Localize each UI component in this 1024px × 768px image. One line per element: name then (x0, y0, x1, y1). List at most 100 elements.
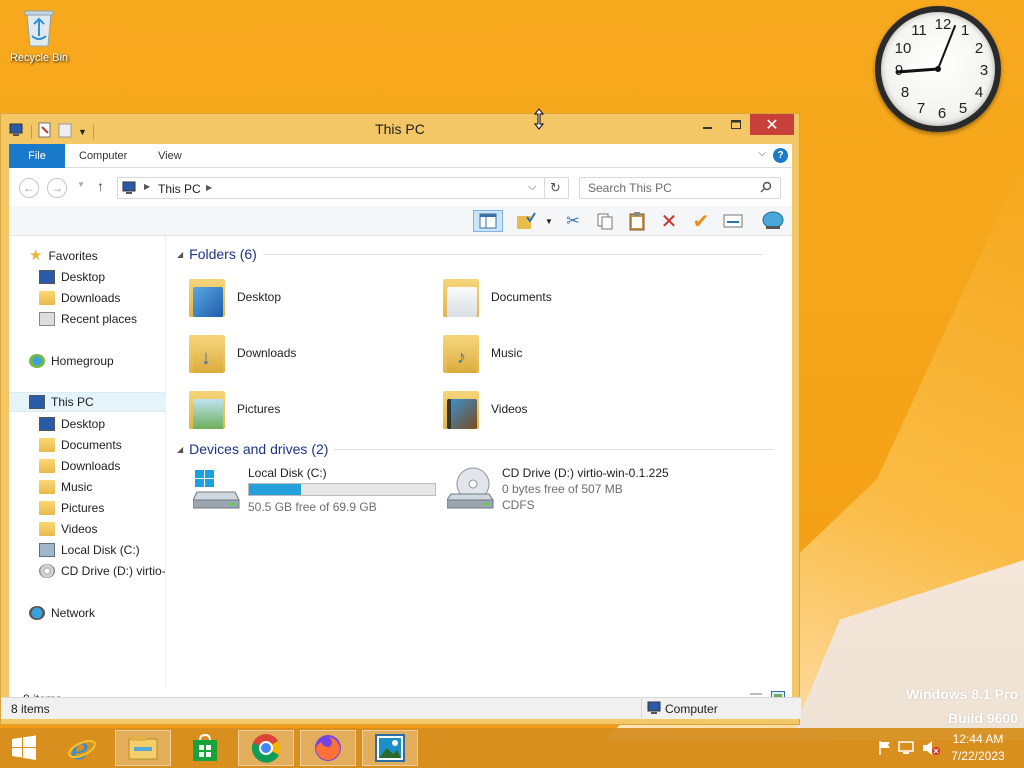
computer-zone-icon (647, 701, 663, 718)
network-status-icon[interactable] (898, 740, 916, 759)
folder-tile-desktop[interactable]: Desktop (187, 271, 437, 323)
breadcrumb-this-pc[interactable]: This PC (158, 182, 201, 196)
volume-muted-icon[interactable] (922, 740, 940, 759)
nav-this-pc-label: This PC (51, 395, 94, 409)
taskbar-firefox[interactable] (300, 730, 356, 766)
maximize-button[interactable] (722, 114, 750, 135)
close-button[interactable]: ✕ (750, 114, 794, 135)
drive-tile-cd[interactable]: CD Drive (D:) virtio-win-0.1.225 0 bytes… (447, 466, 697, 518)
explorer-window[interactable]: ▼ This PC ✕ File Computer View ⌵ ? ← → ▼… (0, 113, 801, 725)
group-divider (334, 448, 775, 450)
folders-group-header[interactable]: ◢ Folders (6) (177, 246, 763, 262)
tab-view[interactable]: View (144, 144, 196, 168)
nav-pc-downloads-label: Downloads (61, 459, 121, 473)
videos-folder-icon (39, 522, 55, 536)
taskbar-file-explorer[interactable] (115, 730, 171, 766)
outer-status-bar: 8 items Computer (1, 697, 801, 720)
folder-tile-music[interactable]: ♪ Music (441, 327, 691, 379)
folder-tile-pictures[interactable]: Pictures (187, 383, 437, 435)
forward-button[interactable]: → (47, 178, 67, 198)
content-pane[interactable]: ◢ Folders (6) Desktop Documents ↓ Downlo… (167, 236, 792, 688)
taskbar-chrome[interactable] (238, 730, 294, 766)
breadcrumb-chevron-icon[interactable]: ▶ (144, 182, 150, 191)
expand-ribbon-chevron-icon[interactable]: ⌵ (758, 148, 766, 159)
devices-group-header[interactable]: ◢ Devices and drives (2) (177, 441, 775, 457)
folder-tile-downloads[interactable]: ↓ Downloads (187, 327, 437, 379)
homegroup-icon (29, 354, 45, 368)
outer-item-count: 8 items (11, 702, 50, 716)
nav-pc-music-label: Music (61, 480, 93, 494)
folder-documents-label: Documents (491, 290, 552, 304)
nav-pc-documents[interactable]: Documents (39, 435, 122, 455)
local-disk-usage-fill (249, 484, 302, 495)
collapse-triangle-icon[interactable]: ◢ (177, 445, 183, 454)
nav-fav-recent[interactable]: Recent places (39, 309, 137, 329)
address-row: ← → ▼ ↑ ▶ This PC ▶ ⌵ ↻ Search This PC (9, 168, 792, 206)
nav-this-pc[interactable]: This PC (9, 392, 165, 412)
properties-button[interactable] (721, 210, 745, 232)
search-input[interactable]: Search This PC (579, 177, 781, 199)
clock-gadget[interactable]: 12 1 2 3 4 5 6 7 8 9 10 11 (875, 6, 1001, 132)
taskbar: e 12:44 AM 7/22/2023 (0, 728, 1024, 768)
action-center-flag-icon[interactable] (878, 740, 892, 759)
drive-tile-local-disk[interactable]: Local Disk (C:) 50.5 GB free of 69.9 GB (193, 466, 443, 518)
recycle-bin-label: Recycle Bin (9, 52, 69, 64)
rename-button[interactable]: ✔ (689, 210, 713, 233)
folder-pictures-label: Pictures (237, 402, 281, 416)
tab-computer[interactable]: Computer (65, 144, 141, 168)
cut-button[interactable]: ✂ (561, 210, 585, 232)
music-folder-icon (39, 480, 55, 494)
start-button[interactable] (0, 730, 48, 766)
paste-button[interactable] (625, 210, 649, 232)
nav-pc-cd-drive[interactable]: CD Drive (D:) virtio-win-0.1.225 (39, 561, 165, 581)
back-button[interactable]: ← (19, 178, 39, 198)
nav-network[interactable]: Network (29, 603, 95, 623)
nav-pc-videos-label: Videos (61, 522, 98, 536)
nav-favorites[interactable]: ★ Favorites (29, 246, 98, 266)
minimize-button[interactable] (694, 114, 722, 135)
folder-tile-videos[interactable]: Videos (441, 383, 691, 435)
help-icon[interactable]: ? (773, 148, 788, 163)
folder-options-button[interactable] (513, 210, 539, 232)
network-button[interactable] (761, 210, 785, 232)
refresh-icon[interactable]: ↻ (550, 180, 561, 196)
cd-drive-filesystem: CDFS (502, 498, 535, 512)
nav-pc-pictures[interactable]: Pictures (39, 498, 104, 518)
folder-videos-label: Videos (491, 402, 528, 416)
preview-pane-button[interactable] (473, 210, 503, 232)
tray-clock[interactable]: 12:44 AM 7/22/2023 (948, 732, 1008, 763)
collapse-triangle-icon[interactable]: ◢ (177, 250, 183, 259)
breadcrumb-chevron-icon-2[interactable]: ▶ (206, 183, 212, 192)
nav-fav-desktop[interactable]: Desktop (39, 267, 105, 287)
ribbon-tabs: File Computer View ⌵ ? (9, 144, 792, 168)
nav-homegroup[interactable]: Homegroup (29, 351, 114, 371)
copy-button[interactable] (593, 210, 617, 232)
folder-tile-documents[interactable]: Documents (441, 271, 691, 323)
recycle-bin-desktop-icon[interactable]: Recycle Bin (6, 6, 72, 64)
nav-pc-pictures-label: Pictures (61, 501, 105, 515)
up-arrow-icon[interactable]: ↑ (97, 178, 104, 194)
nav-fav-downloads[interactable]: Downloads (39, 288, 120, 308)
address-bar[interactable]: ▶ This PC ▶ ⌵ ↻ (117, 177, 569, 199)
recent-locations-icon[interactable]: ▼ (77, 180, 85, 189)
nav-pc-downloads[interactable]: Downloads (39, 456, 120, 476)
address-dropdown-icon[interactable]: ⌵ (528, 181, 536, 194)
pictures-folder-icon (39, 501, 55, 515)
photo-viewer-icon (375, 734, 405, 762)
nav-pc-desktop[interactable]: Desktop (39, 414, 105, 434)
nav-pc-music[interactable]: Music (39, 477, 92, 497)
title-bar[interactable]: ▼ This PC ✕ (1, 114, 799, 144)
navigation-pane[interactable]: ★ Favorites Desktop Downloads Recent pla… (9, 236, 166, 688)
downloads-folder-icon: ↓ (187, 331, 227, 375)
nav-pc-videos[interactable]: Videos (39, 519, 97, 539)
folders-header-label: Folders (6) (189, 246, 257, 262)
taskbar-photos[interactable] (362, 730, 418, 766)
taskbar-store[interactable] (177, 730, 233, 766)
taskbar-internet-explorer[interactable]: e (54, 730, 110, 766)
toolbar-dropdown-icon[interactable]: ▼ (545, 217, 553, 226)
nav-pc-local-disk[interactable]: Local Disk (C:) (39, 540, 140, 560)
delete-button[interactable]: ✕ (657, 210, 681, 233)
tab-file[interactable]: File (9, 144, 65, 168)
address-divider (544, 178, 545, 198)
cd-drive-free-space: 0 bytes free of 507 MB (502, 482, 623, 496)
